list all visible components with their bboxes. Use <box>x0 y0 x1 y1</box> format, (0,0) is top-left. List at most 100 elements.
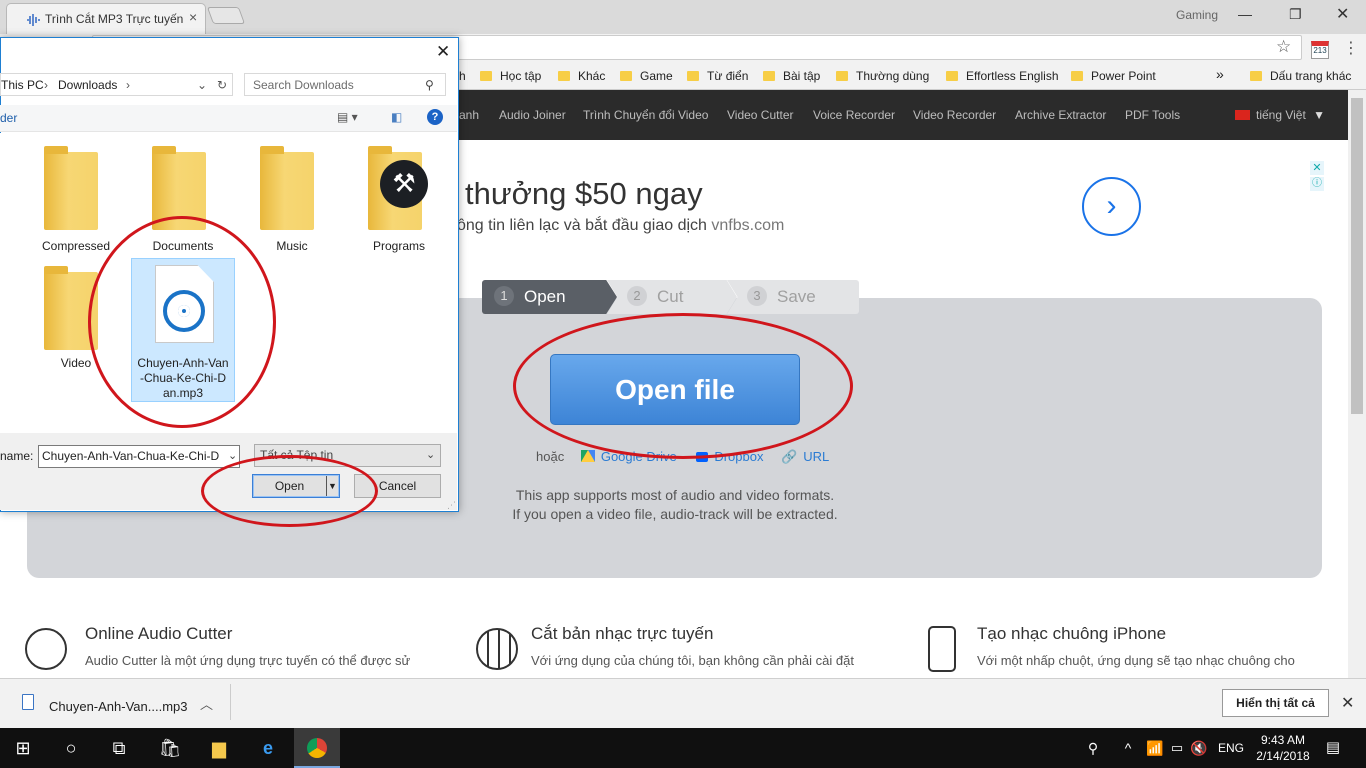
nav-video-recorder[interactable]: Video Recorder <box>913 108 996 122</box>
preview-pane-icon[interactable]: ◧ <box>391 110 402 124</box>
star-icon[interactable]: ☆ <box>1276 37 1291 57</box>
url-link[interactable]: URL <box>803 449 829 464</box>
folder-icon <box>687 71 699 81</box>
folder-icon <box>946 71 958 81</box>
globe-icon <box>476 628 518 670</box>
show-all-button[interactable]: Hiển thị tất cả <box>1222 689 1329 717</box>
close-window-icon[interactable]: ✕ <box>1336 4 1349 24</box>
bookmark-tu-dien[interactable]: Từ điển <box>687 69 748 83</box>
file-explorer-icon[interactable]: ▆ <box>196 728 242 768</box>
system-clock[interactable]: 9:43 AM 2/14/2018 <box>1254 732 1312 764</box>
feature-title: Cắt bản nhạc trực tuyến <box>531 624 714 643</box>
bookmark-game[interactable]: Game <box>620 69 673 83</box>
dialog-close-icon[interactable]: ✕ <box>436 42 450 62</box>
breadcrumb-downloads[interactable]: Downloads <box>58 78 117 92</box>
new-folder-label[interactable]: der <box>0 111 17 125</box>
task-view-icon[interactable]: ⧉ <box>96 728 142 768</box>
iphone-bell-icon <box>928 626 956 672</box>
nav-video-converter[interactable]: Trình Chuyển đổi Video <box>583 108 708 122</box>
filename-input[interactable]: Chuyen-Anh-Van-Chua-Ke-Chi-D <box>38 445 240 468</box>
chrome-taskbar-icon[interactable] <box>294 728 340 768</box>
chevron-down-icon[interactable]: ⌄ <box>228 449 237 462</box>
new-tab-button[interactable] <box>206 7 246 24</box>
search-input[interactable]: Search Downloads ⚲ <box>244 73 446 96</box>
volume-muted-icon[interactable]: 🔇 <box>1188 728 1210 768</box>
browser-tab[interactable]: Trình Cắt MP3 Trực tuyến × <box>6 3 206 34</box>
ad-close-icon[interactable]: ✕ <box>1310 161 1324 175</box>
windows-start-icon[interactable]: ⊞ <box>0 728 46 768</box>
store-icon[interactable]: 🛍 <box>147 728 193 768</box>
step-save: 3 Save <box>727 280 859 314</box>
resize-grip-icon[interactable]: ⋰ <box>447 500 456 511</box>
edge-icon[interactable]: e <box>245 728 291 768</box>
nav-archive-extractor[interactable]: Archive Extractor <box>1015 108 1106 122</box>
wifi-icon[interactable]: 📶 <box>1144 728 1166 768</box>
ad-title[interactable]: thưởng $50 ngay <box>465 176 703 212</box>
ad-subtitle[interactable]: ông tin liên lạc và bắt đầu giao dịch vn… <box>457 217 784 235</box>
calendar-extension-icon[interactable]: 213 <box>1311 41 1329 59</box>
bookmark-power-point[interactable]: Power Point <box>1071 69 1156 83</box>
breadcrumb-this-pc[interactable]: This PC <box>1 78 44 92</box>
vietnam-flag-icon <box>1235 110 1250 120</box>
nav-video-cutter[interactable]: Video Cutter <box>727 108 794 122</box>
bookmark-hoc-tap[interactable]: Học tập <box>480 69 541 83</box>
bookmark-khac[interactable]: Khác <box>558 69 605 83</box>
folder-icon <box>836 71 848 81</box>
divider <box>230 684 231 720</box>
chevron-up-icon[interactable]: ︿ <box>200 694 213 713</box>
annotation-circle-open-button <box>201 455 378 527</box>
people-icon[interactable]: ⚲ <box>1080 728 1106 768</box>
cortana-search-icon[interactable]: ○ <box>48 728 94 768</box>
bookmarks-overflow-icon[interactable]: » <box>1216 66 1224 82</box>
page-scrollbar-thumb[interactable] <box>1351 98 1363 414</box>
other-bookmarks[interactable]: Dấu trang khác <box>1250 69 1351 83</box>
action-center-icon[interactable]: ▤ <box>1320 728 1346 768</box>
language-selector[interactable]: tiếng Việt ▼ <box>1235 108 1325 122</box>
refresh-icon: ↻ <box>217 78 228 92</box>
bookmark-partial[interactable]: h <box>459 69 466 83</box>
breadcrumb[interactable]: This PC › Downloads › ⌄ ↻ <box>0 73 233 96</box>
record-disc-icon <box>25 628 67 670</box>
hammer-icon: ⚒ <box>380 160 428 208</box>
chevron-up-icon[interactable]: ^ <box>1118 728 1138 768</box>
audio-waveform-icon <box>27 14 40 26</box>
feature-title: Tạo nhạc chuông iPhone <box>977 624 1167 643</box>
close-downloads-icon[interactable]: ✕ <box>1341 693 1354 713</box>
help-icon[interactable]: ? <box>427 109 443 125</box>
chevron-down-icon[interactable]: ⌄ <box>426 448 435 461</box>
profile-name[interactable]: Gaming <box>1176 8 1218 22</box>
chrome-menu-icon[interactable]: ⋮ <box>1343 38 1359 58</box>
folder-programs[interactable]: Programs <box>349 239 449 253</box>
nav-voice-recorder[interactable]: Voice Recorder <box>813 108 895 122</box>
nav-audio-joiner[interactable]: Audio Joiner <box>499 108 566 122</box>
download-item[interactable]: Chuyen-Anh-Van....mp3 <box>49 699 188 714</box>
ad-info-icon[interactable]: ⓘ <box>1310 177 1324 191</box>
feature-text: Với một nhấp chuột, ứng dụng sẽ tạo nhạc… <box>977 653 1295 668</box>
step-indicator: 1 Open 2 Cut 3 Save <box>482 280 859 314</box>
bookmark-effortless-english[interactable]: Effortless English <box>946 69 1059 83</box>
link-icon: 🔗 <box>781 449 798 464</box>
nav-item-partial[interactable]: anh <box>459 108 479 122</box>
feature-title: Online Audio Cutter <box>85 624 233 643</box>
nav-pdf-tools[interactable]: PDF Tools <box>1125 108 1180 122</box>
support-text: This app supports most of audio and vide… <box>512 487 838 522</box>
input-language[interactable]: ENG <box>1214 728 1248 768</box>
battery-icon[interactable]: ▭ <box>1166 728 1188 768</box>
bookmark-bai-tap[interactable]: Bài tập <box>763 69 820 83</box>
step-cut: 2 Cut <box>607 280 737 314</box>
ad-arrow-button[interactable]: › <box>1082 177 1141 236</box>
folder-icon <box>44 146 98 230</box>
folder-icon <box>1250 71 1262 81</box>
close-tab-icon[interactable]: × <box>189 9 197 25</box>
bookmark-thuong-dung[interactable]: Thường dùng <box>836 69 929 83</box>
minimize-icon[interactable]: — <box>1238 6 1252 22</box>
search-icon: ⚲ <box>425 78 434 92</box>
maximize-icon[interactable]: ❐ <box>1289 6 1302 23</box>
annotation-circle-file <box>88 216 276 428</box>
chevron-right-icon: › <box>126 78 130 92</box>
folder-music[interactable]: Music <box>242 239 342 253</box>
step-open: 1 Open <box>482 280 617 314</box>
view-options-icon[interactable]: ▤ ▾ <box>337 110 358 124</box>
folder-icon <box>620 71 632 81</box>
annotation-circle-open-file <box>513 313 853 459</box>
